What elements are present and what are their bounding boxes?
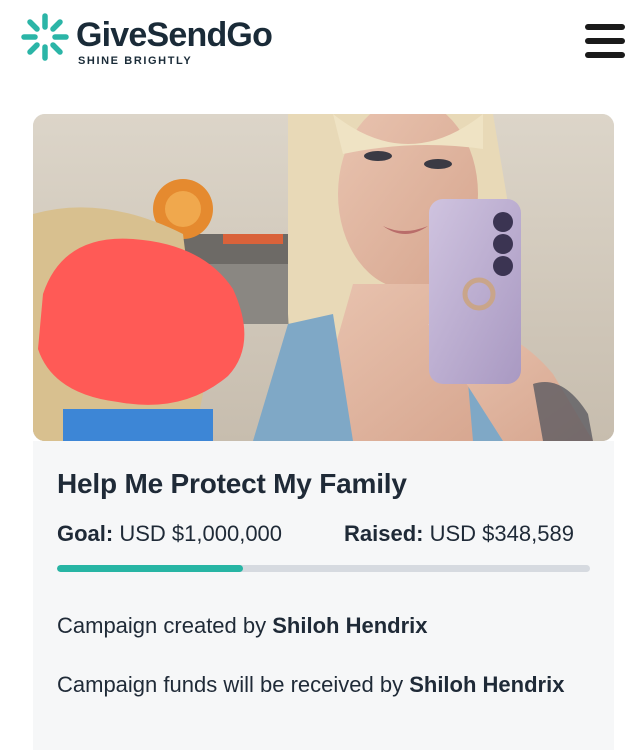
menu-bar — [585, 52, 625, 58]
funds-recipient-line: Campaign funds will be received by Shilo… — [57, 668, 577, 702]
fundraising-progress-bar — [57, 565, 590, 572]
site-header: GiveSendGo SHINE BRIGHTLY — [0, 0, 638, 90]
raised-value: USD $348,589 — [429, 521, 574, 546]
campaign-photo-illustration — [33, 114, 614, 441]
campaign-photo[interactable] — [33, 114, 614, 441]
raised-stat: Raised: USD $348,589 — [344, 521, 574, 547]
menu-bar — [585, 24, 625, 30]
campaign-title[interactable]: Help Me Protect My Family — [57, 468, 407, 500]
brand-name: GiveSendGo — [76, 16, 273, 54]
starburst-logo-icon — [21, 13, 69, 61]
goal-stat: Goal: USD $1,000,000 — [57, 521, 282, 547]
created-by-prefix: Campaign created by — [57, 613, 267, 638]
goal-value: USD $1,000,000 — [119, 521, 283, 546]
menu-bar — [585, 38, 625, 44]
givesendgo-logo[interactable]: GiveSendGo SHINE BRIGHTLY — [20, 12, 273, 67]
raised-label: Raised: — [344, 521, 424, 546]
funds-prefix: Campaign funds will be received by — [57, 672, 404, 697]
hamburger-menu-icon[interactable] — [585, 24, 627, 58]
campaign-creator-line: Campaign created by Shiloh Hendrix — [57, 609, 577, 643]
progress-fill — [57, 565, 243, 572]
campaign-page: GiveSendGo SHINE BRIGHTLY Help Me Protec… — [0, 0, 638, 750]
recipient-name[interactable]: Shiloh Hendrix — [409, 672, 564, 697]
brand-tagline: SHINE BRIGHTLY — [78, 55, 193, 67]
creator-name[interactable]: Shiloh Hendrix — [272, 613, 427, 638]
goal-label: Goal: — [57, 521, 114, 546]
